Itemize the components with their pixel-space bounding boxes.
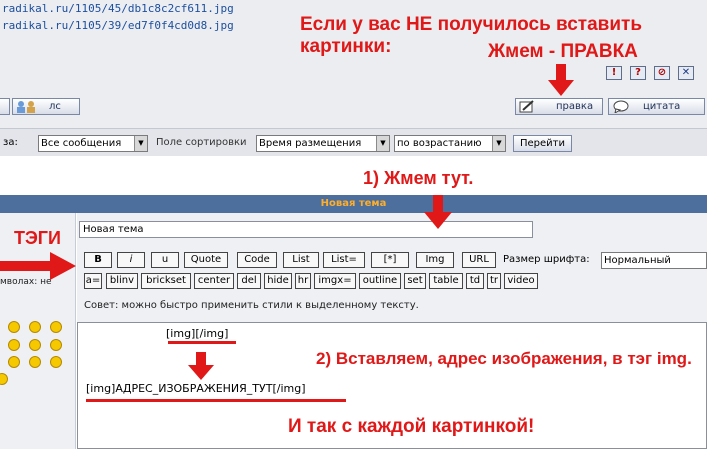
left-panel-text: мволах: не bbox=[0, 277, 52, 287]
smiley-icon[interactable] bbox=[50, 321, 62, 333]
sort-select[interactable]: Время размещения ▼ bbox=[256, 135, 390, 152]
bold-button[interactable]: B bbox=[84, 252, 112, 268]
del-button[interactable]: del bbox=[237, 273, 261, 289]
edit-button-label: правка bbox=[556, 101, 594, 112]
arrow-down-icon bbox=[548, 64, 574, 96]
annotation-press-edit: Жмем - ПРАВКА bbox=[488, 41, 638, 62]
blinv-button[interactable]: blinv bbox=[106, 273, 138, 289]
sort-select-value: Время размещения bbox=[259, 138, 362, 149]
arrow-down-icon bbox=[188, 352, 214, 380]
users-icon bbox=[15, 100, 39, 113]
pm-button[interactable]: лс bbox=[12, 98, 80, 115]
tip-text: Совет: можно быстро применить стили к вы… bbox=[84, 300, 419, 311]
list-item-button[interactable]: [*] bbox=[371, 252, 409, 268]
underline-marker bbox=[86, 399, 346, 402]
smiley-icon[interactable] bbox=[8, 356, 20, 368]
pm-button-label: лс bbox=[49, 101, 61, 112]
td-button[interactable]: td bbox=[466, 273, 484, 289]
image-link-2[interactable]: radikal.ru/1105/39/ed7f0f4cd0d8.jpg bbox=[2, 19, 234, 32]
order-select[interactable]: по возрастанию ▼ bbox=[394, 135, 506, 152]
arrow-down-icon bbox=[424, 195, 452, 229]
smiley-icon[interactable] bbox=[8, 321, 20, 333]
code-button[interactable]: Code bbox=[237, 252, 277, 268]
order-select-value: по возрастанию bbox=[397, 138, 482, 149]
list-numbered-button[interactable]: List= bbox=[323, 252, 365, 268]
table-button[interactable]: table bbox=[429, 273, 463, 289]
center-button[interactable]: center bbox=[194, 273, 234, 289]
chevron-down-icon: ▼ bbox=[376, 136, 389, 151]
smiley-icon[interactable] bbox=[8, 339, 20, 351]
annotation-tags: ТЭГИ bbox=[14, 228, 61, 248]
quote-tag-button[interactable]: Quote bbox=[184, 252, 228, 268]
underline-marker bbox=[168, 341, 236, 344]
underline-button[interactable]: u bbox=[151, 252, 179, 268]
go-button[interactable]: Перейти bbox=[513, 135, 572, 152]
sort-label: Поле сортировки bbox=[156, 137, 247, 148]
brickset-button[interactable]: brickset bbox=[141, 273, 191, 289]
hr-button[interactable]: hr bbox=[295, 273, 311, 289]
new-topic-header-title: Новая тема bbox=[320, 198, 387, 209]
smiley-icon[interactable] bbox=[50, 339, 62, 351]
annotation-step1: 1) Жмем тут. bbox=[363, 168, 474, 188]
report-icon[interactable]: ! bbox=[606, 66, 622, 80]
hide-button[interactable]: hide bbox=[264, 273, 292, 289]
align-button[interactable]: a= bbox=[84, 273, 102, 289]
help-icon[interactable]: ? bbox=[630, 66, 646, 80]
title-input[interactable]: Новая тема bbox=[79, 221, 533, 238]
set-button[interactable]: set bbox=[404, 273, 426, 289]
chevron-down-icon: ▼ bbox=[134, 136, 147, 151]
annotation-step2: 2) Вставляем, адрес изображения, в тэг i… bbox=[316, 349, 692, 368]
url-button[interactable]: URL bbox=[462, 252, 496, 268]
img-button[interactable]: Img bbox=[416, 252, 454, 268]
imgx-button[interactable]: imgx= bbox=[314, 273, 356, 289]
font-size-select[interactable]: Нормальный bbox=[601, 252, 707, 269]
smiley-icon[interactable] bbox=[29, 356, 41, 368]
chevron-down-icon: ▼ bbox=[492, 136, 505, 151]
font-size-label: Размер шрифта: bbox=[503, 254, 590, 265]
block-icon[interactable]: ⊘ bbox=[654, 66, 670, 80]
img-tags-text: [img][/img] bbox=[166, 327, 229, 340]
tr-button[interactable]: tr bbox=[487, 273, 501, 289]
delete-icon[interactable]: ✕ bbox=[678, 66, 694, 80]
image-link-1[interactable]: radikal.ru/1105/45/db1c8c2cf611.jpg bbox=[2, 2, 234, 15]
smiley-icon[interactable] bbox=[29, 321, 41, 333]
annotation-each-image: И так с каждой картинкой! bbox=[288, 416, 535, 437]
smiley-icon[interactable] bbox=[50, 356, 62, 368]
arrow-right-icon bbox=[0, 252, 76, 280]
speech-bubble-icon bbox=[613, 100, 631, 118]
edit-pencil-icon bbox=[519, 100, 535, 118]
profile-button[interactable] bbox=[0, 98, 10, 115]
smiley-icon[interactable] bbox=[29, 339, 41, 351]
quote-button[interactable]: цитата bbox=[608, 98, 705, 115]
list-button[interactable]: List bbox=[283, 252, 319, 268]
img-example-text: [img]АДРЕС_ИЗОБРАЖЕНИЯ_ТУТ[/img] bbox=[86, 382, 306, 395]
font-size-value: Нормальный bbox=[604, 255, 671, 266]
italic-button[interactable]: i bbox=[117, 252, 145, 268]
show-select[interactable]: Все сообщения ▼ bbox=[38, 135, 148, 152]
show-select-value: Все сообщения bbox=[41, 138, 122, 149]
video-button[interactable]: video bbox=[504, 273, 538, 289]
edit-button[interactable]: правка bbox=[515, 98, 603, 115]
show-label: за: bbox=[3, 137, 18, 148]
new-topic-header: Новая тема bbox=[0, 195, 707, 213]
quote-button-label: цитата bbox=[643, 101, 681, 112]
outline-button[interactable]: outline bbox=[359, 273, 401, 289]
